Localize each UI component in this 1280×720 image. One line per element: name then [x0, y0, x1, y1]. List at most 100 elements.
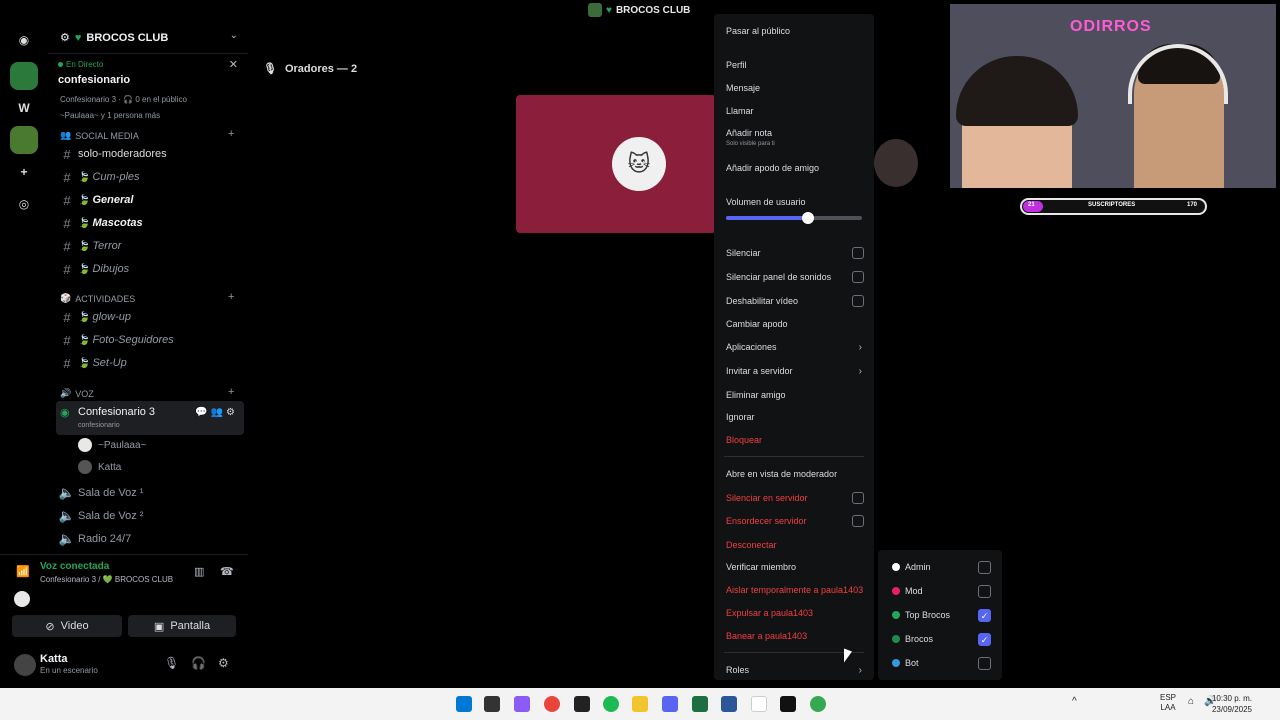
- live-stage-box[interactable]: En Directo confesionario Confesionario 3…: [48, 56, 248, 122]
- role-item[interactable]: Admin: [892, 561, 992, 574]
- category-voz[interactable]: 🔊 VOZ +: [60, 386, 234, 399]
- discord-icon[interactable]: [662, 696, 678, 712]
- menu-block[interactable]: Bloquear: [726, 435, 868, 445]
- menu-moderator-view[interactable]: Abre en vista de moderador: [726, 469, 868, 479]
- checkbox[interactable]: [852, 492, 864, 504]
- network-icon[interactable]: ⌂: [1188, 697, 1194, 707]
- menu-invite[interactable]: Invitar a servidor ›: [726, 366, 868, 377]
- notes-icon[interactable]: [751, 696, 767, 712]
- voice-channel-actions[interactable]: 💬👥⚙: [195, 407, 238, 418]
- app-icon[interactable]: [574, 696, 590, 712]
- checkbox[interactable]: [852, 295, 864, 307]
- menu-roles[interactable]: Roles ›: [726, 665, 868, 676]
- server-icon-other[interactable]: [10, 126, 38, 154]
- role-item[interactable]: Mod: [892, 585, 992, 598]
- menu-verify-member[interactable]: Verificar miembro: [726, 562, 868, 572]
- screen-share-button[interactable]: ▣ Pantalla: [128, 615, 236, 637]
- chrome-icon[interactable]: [544, 696, 560, 712]
- copilot-icon[interactable]: [514, 696, 530, 712]
- voice-member-katta[interactable]: Katta: [78, 457, 121, 477]
- menu-move-to-audience[interactable]: Pasar al público: [726, 26, 868, 36]
- excel-icon[interactable]: [692, 696, 708, 712]
- checkbox[interactable]: [852, 247, 864, 259]
- menu-add-friend-nickname[interactable]: Añadir apodo de amigo: [726, 163, 868, 173]
- menu-disconnect[interactable]: Desconectar: [726, 540, 868, 550]
- role-checkbox[interactable]: [978, 585, 991, 598]
- menu-mute[interactable]: Silenciar: [726, 247, 868, 259]
- add-channel-icon[interactable]: +: [228, 386, 234, 398]
- menu-ban[interactable]: Banear a paula1403: [726, 631, 868, 641]
- channel-general[interactable]: # 🍃 General: [56, 190, 242, 210]
- menu-change-nickname[interactable]: Cambiar apodo: [726, 319, 868, 329]
- language-indicator[interactable]: ESP LAA: [1160, 693, 1176, 713]
- role-item[interactable]: Brocos ✓: [892, 633, 992, 646]
- role-checkbox[interactable]: [978, 657, 991, 670]
- channel-dibujos[interactable]: # 🍃 Dibujos: [56, 259, 242, 279]
- channel-terror[interactable]: # 🍃 Terror: [56, 236, 242, 256]
- role-item[interactable]: Bot: [892, 657, 992, 670]
- voice-member-paulaaa[interactable]: ~Paulaaa~: [78, 435, 146, 455]
- server-icon-brocos[interactable]: [10, 62, 38, 90]
- add-channel-icon[interactable]: +: [228, 291, 234, 303]
- task-view-icon[interactable]: [484, 696, 500, 712]
- menu-mute-soundboard[interactable]: Silenciar panel de sonidos: [726, 271, 868, 283]
- speaker-tile-paulaaa[interactable]: 🐱: [516, 95, 716, 233]
- server-icon-w[interactable]: W: [10, 94, 38, 122]
- avatar[interactable]: [14, 654, 36, 676]
- voice-channel-sala-1[interactable]: 🔈 Sala de Voz ¹: [56, 483, 242, 503]
- word-icon[interactable]: [721, 696, 737, 712]
- category-icon: 🎲: [60, 293, 72, 303]
- channel-glow-up[interactable]: # 🍃 glow-up: [56, 307, 242, 327]
- channel-set-up[interactable]: # 🍃 Set-Up: [56, 353, 242, 373]
- voice-channel-radio[interactable]: 🔈 Radio 24/7: [56, 529, 242, 549]
- menu-profile[interactable]: Perfil: [726, 60, 868, 70]
- menu-kick[interactable]: Expulsar a paula1403: [726, 608, 868, 618]
- role-checkbox[interactable]: ✓: [978, 609, 991, 622]
- system-clock[interactable]: 10:30 p. m. 23/09/2025: [1212, 693, 1252, 715]
- menu-remove-friend[interactable]: Eliminar amigo: [726, 390, 868, 400]
- channel-mascotas[interactable]: # 🍃 Mascotas: [56, 213, 242, 233]
- spotify-icon[interactable]: [603, 696, 619, 712]
- channel-cum-ples[interactable]: # 🍃 Cum-ples: [56, 167, 242, 187]
- headphones-icon[interactable]: 🎧: [191, 656, 206, 670]
- server-header[interactable]: ⚙ ♥ BROCOS CLUB ⌄: [48, 22, 248, 54]
- category-actividades[interactable]: 🎲 ACTIVIDADES +: [60, 291, 234, 304]
- role-checkbox[interactable]: [978, 561, 991, 574]
- channel-foto-seguidores[interactable]: # 🍃 Foto-Seguidores: [56, 330, 242, 350]
- volume-knob[interactable]: [801, 212, 814, 224]
- add-channel-icon[interactable]: +: [228, 128, 234, 140]
- chevron-down-icon[interactable]: ⌄: [230, 30, 238, 41]
- menu-message[interactable]: Mensaje: [726, 83, 868, 93]
- tray-chevron-up-icon[interactable]: ^: [1072, 697, 1077, 707]
- video-button[interactable]: ⊘ Video: [12, 615, 122, 637]
- category-social-media[interactable]: 👥 SOCIAL MEDIA +: [60, 128, 234, 141]
- volume-slider[interactable]: [726, 212, 862, 224]
- add-server-icon[interactable]: +: [10, 158, 38, 186]
- microphone-icon[interactable]: 🎙: [164, 656, 179, 670]
- file-explorer-icon[interactable]: [632, 696, 648, 712]
- menu-disable-video[interactable]: Deshabilitar vídeo: [726, 295, 868, 307]
- menu-ignore[interactable]: Ignorar: [726, 412, 868, 422]
- checkbox[interactable]: [852, 271, 864, 283]
- gear-icon[interactable]: ⚙: [218, 656, 229, 670]
- disconnect-icon[interactable]: ☎: [220, 565, 234, 578]
- channel-solo-moderadores[interactable]: # solo-moderadores: [56, 144, 242, 164]
- menu-server-mute[interactable]: Silenciar en servidor: [726, 492, 868, 504]
- menu-timeout[interactable]: Aislar temporalmente a paula1403: [726, 585, 868, 595]
- chrome-alt-icon[interactable]: [810, 696, 826, 712]
- discord-home-icon[interactable]: ◉: [10, 26, 38, 54]
- explore-icon[interactable]: ◎: [10, 190, 38, 218]
- close-icon[interactable]: ✕: [229, 58, 238, 71]
- role-item[interactable]: Top Brocos ✓: [892, 609, 992, 622]
- capcut-icon[interactable]: [780, 696, 796, 712]
- menu-apps[interactable]: Aplicaciones ›: [726, 342, 868, 353]
- voice-channel-active[interactable]: ◉ Confesionario 3 confesionario 💬👥⚙: [56, 401, 244, 435]
- voice-channel-sala-2[interactable]: 🔈 Sala de Voz ²: [56, 506, 242, 526]
- menu-add-note[interactable]: Añadir nota Solo visible para ti: [726, 128, 868, 147]
- checkbox[interactable]: [852, 515, 864, 527]
- role-checkbox[interactable]: ✓: [978, 633, 991, 646]
- menu-server-deafen[interactable]: Ensordecer servidor: [726, 515, 868, 527]
- noise-suppression-icon[interactable]: ▥: [194, 565, 204, 578]
- menu-call[interactable]: Llamar: [726, 106, 868, 116]
- start-icon[interactable]: [456, 696, 472, 712]
